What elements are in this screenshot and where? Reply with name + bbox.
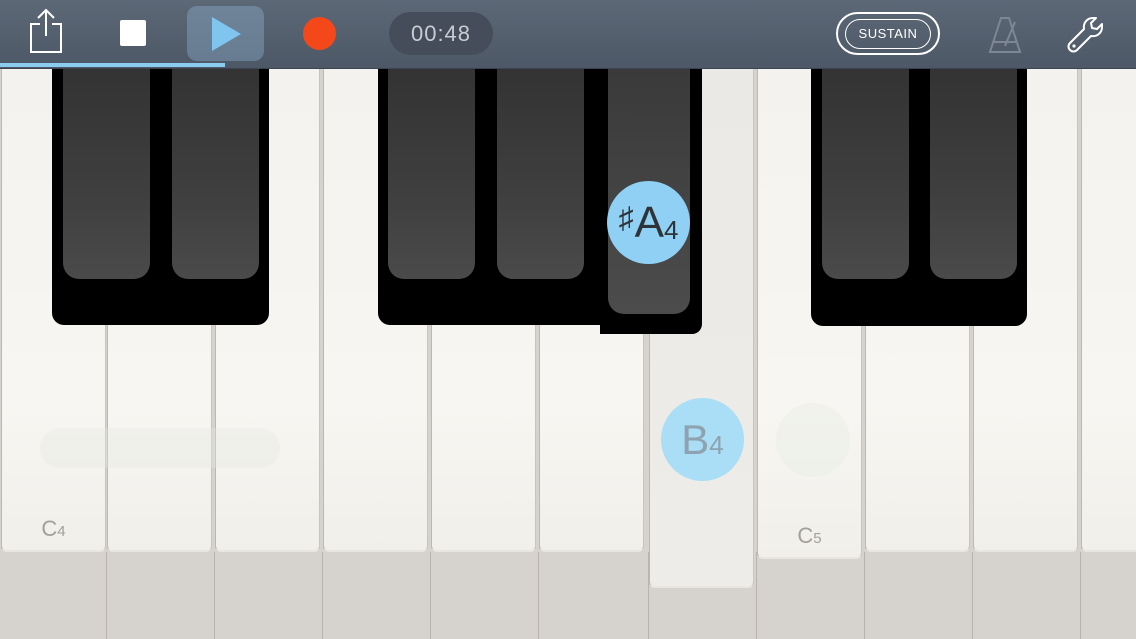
black-key-d-sharp-4[interactable] [172,68,259,279]
black-key-g-sharp-4[interactable] [497,68,584,279]
key-divider [106,552,107,639]
sustain-label: SUSTAIN [845,18,931,49]
key-divider [214,552,215,639]
black-key-c-sharp-5[interactable] [822,68,909,279]
key-divider [864,552,865,639]
black-key-group-1 [52,68,269,325]
stop-button[interactable] [112,12,154,54]
note-bubble-b4: B4 [661,398,744,481]
key-label-c5: C5 [797,523,822,548]
elapsed-timer: 00:48 [389,12,493,55]
key-divider [322,552,323,639]
black-key-c-sharp-4[interactable] [63,68,150,279]
playback-progress-bar[interactable] [0,63,225,67]
share-icon [30,8,62,53]
note-bubble-a-sharp-4: ♯ A 4 [607,181,690,264]
key-divider [1080,552,1081,639]
toolbar: 00:48 SUSTAIN [0,0,1136,69]
black-key-f-sharp-4[interactable] [388,68,475,279]
record-icon [302,16,336,50]
piano-keyboard: C4 C5 ♯ A 4 B4 [0,68,1136,639]
black-key-d-sharp-5[interactable] [930,68,1017,279]
black-key-group-3 [811,68,1027,326]
metronome-button[interactable] [982,12,1028,58]
play-button[interactable] [187,6,264,61]
record-button[interactable] [298,12,340,54]
key-divider [648,552,649,639]
white-key-f5[interactable] [1081,68,1136,552]
key-divider [972,552,973,639]
metronome-icon [988,17,1022,53]
settings-button[interactable] [1062,12,1110,58]
stop-icon [120,20,146,46]
key-divider [538,552,539,639]
wrench-icon [1067,17,1103,53]
key-divider [756,552,757,639]
key-divider [430,552,431,639]
sustain-toggle[interactable]: SUSTAIN [836,12,940,55]
key-label-c4: C4 [41,516,66,541]
play-icon [211,16,241,51]
ghost-note-bubble [776,403,850,477]
ghost-highlight [40,428,280,468]
share-button[interactable] [22,6,70,56]
